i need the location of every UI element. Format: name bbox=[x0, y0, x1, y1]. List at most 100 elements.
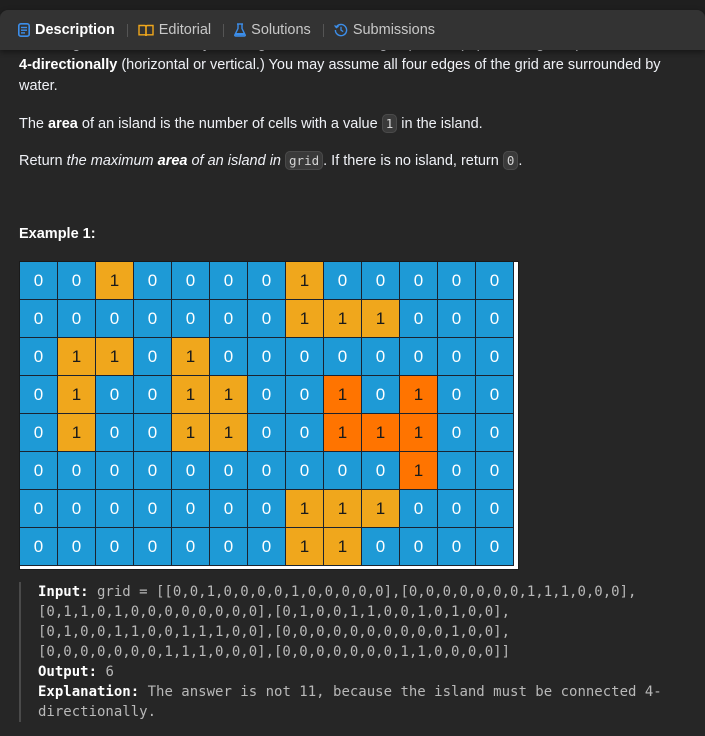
description-icon bbox=[18, 23, 30, 37]
grid-cell: 0 bbox=[58, 300, 96, 338]
paragraph-text: . If there is no island, return bbox=[323, 153, 503, 169]
bold-term: area bbox=[48, 116, 78, 132]
grid-cell: 0 bbox=[172, 452, 210, 490]
input-line: [0,1,1,0,1,0,0,0,0,0,0,0,0],[0,1,0,0,1,1… bbox=[38, 604, 511, 620]
return-paragraph: Return the maximum area of an island in … bbox=[19, 150, 522, 172]
grid-cell: 0 bbox=[362, 262, 400, 300]
example-grid-image: 0010000100000000000011100001101000000000… bbox=[19, 261, 519, 570]
input-line: [0,0,0,0,0,0,0,1,1,1,0,0,0],[0,0,0,0,0,0… bbox=[38, 644, 511, 660]
grid-cell: 0 bbox=[476, 528, 514, 566]
paragraph-text: Return bbox=[19, 153, 67, 169]
tab-solutions-label: Solutions bbox=[251, 22, 311, 38]
grid-cell: 0 bbox=[438, 452, 476, 490]
grid-cell: 0 bbox=[362, 528, 400, 566]
paragraph-text: The bbox=[19, 116, 49, 132]
grid-cell: 0 bbox=[286, 452, 324, 490]
tab-description-label: Description bbox=[35, 22, 115, 38]
grid-cell: 0 bbox=[172, 490, 210, 528]
grid-cell: 0 bbox=[20, 376, 58, 414]
grid-cell: 0 bbox=[96, 414, 134, 452]
grid-cell: 0 bbox=[20, 338, 58, 376]
grid-cell: 1 bbox=[362, 414, 400, 452]
grid-cell: 1 bbox=[324, 376, 362, 414]
explanation-text: The answer is not 11, because the island… bbox=[139, 684, 662, 700]
tab-description[interactable]: Description bbox=[18, 15, 121, 45]
grid-cell: 0 bbox=[96, 300, 134, 338]
grid-cell: 0 bbox=[134, 376, 172, 414]
grid-cell: 0 bbox=[210, 528, 248, 566]
grid-cell: 0 bbox=[362, 376, 400, 414]
grid-cell: 0 bbox=[134, 452, 172, 490]
grid-cell: 0 bbox=[248, 376, 286, 414]
grid-cell: 1 bbox=[286, 528, 324, 566]
description-paragraph: 4-directionally (horizontal or vertical.… bbox=[19, 55, 684, 97]
inline-code: 0 bbox=[502, 151, 519, 170]
tab-submissions[interactable]: Submissions bbox=[333, 15, 441, 45]
grid-cell: 0 bbox=[324, 452, 362, 490]
grid-cell: 0 bbox=[438, 262, 476, 300]
grid-cell: 1 bbox=[324, 414, 362, 452]
grid-cell: 0 bbox=[400, 490, 438, 528]
grid-cell: 0 bbox=[96, 490, 134, 528]
grid-cell: 0 bbox=[438, 376, 476, 414]
grid-cell: 0 bbox=[362, 338, 400, 376]
grid-cell: 1 bbox=[286, 490, 324, 528]
grid-cell: 1 bbox=[400, 414, 438, 452]
grid-cell: 0 bbox=[96, 452, 134, 490]
grid-cell: 0 bbox=[210, 300, 248, 338]
grid-cell: 0 bbox=[134, 262, 172, 300]
grid-cell: 0 bbox=[20, 414, 58, 452]
grid-cell: 0 bbox=[324, 262, 362, 300]
bold-term: 4-directionally bbox=[19, 57, 118, 73]
grid-cell: 0 bbox=[134, 414, 172, 452]
grid-cell: 0 bbox=[438, 414, 476, 452]
grid-cell: 0 bbox=[438, 300, 476, 338]
grid-cell: 0 bbox=[438, 338, 476, 376]
grid-cell: 0 bbox=[20, 490, 58, 528]
italic-text: the maximum bbox=[66, 153, 158, 169]
explanation-line: directionally. bbox=[38, 704, 157, 720]
output-value: 6 bbox=[97, 664, 114, 680]
grid-cell: 0 bbox=[476, 490, 514, 528]
paragraph-text: in the island. bbox=[397, 116, 483, 132]
grid-cell: 1 bbox=[58, 414, 96, 452]
grid-cell: 0 bbox=[210, 262, 248, 300]
tab-bar: Description Editorial Solutions Submissi… bbox=[0, 10, 705, 50]
grid-cell: 1 bbox=[172, 414, 210, 452]
grid-cell: 0 bbox=[210, 338, 248, 376]
grid-cell: 1 bbox=[286, 262, 324, 300]
grid-cell: 0 bbox=[134, 300, 172, 338]
tab-solutions[interactable]: Solutions bbox=[234, 15, 317, 45]
grid-cell: 1 bbox=[362, 490, 400, 528]
tab-editorial[interactable]: Editorial bbox=[138, 15, 217, 45]
input-value: grid = [[0,0,1,0,0,0,0,1,0,0,0,0,0],[0,0… bbox=[88, 584, 637, 600]
grid-cell: 1 bbox=[58, 376, 96, 414]
grid-cell: 0 bbox=[362, 452, 400, 490]
grid-cell: 0 bbox=[248, 452, 286, 490]
input-line: [0,1,0,0,1,1,0,0,1,1,1,0,0],[0,0,0,0,0,0… bbox=[38, 624, 511, 640]
grid-cell: 0 bbox=[476, 262, 514, 300]
output-line: Output: 6 bbox=[38, 662, 689, 682]
grid-cell: 0 bbox=[96, 528, 134, 566]
grid-cell: 0 bbox=[476, 300, 514, 338]
grid-cell: 0 bbox=[248, 528, 286, 566]
grid-cell: 1 bbox=[286, 300, 324, 338]
grid-cell: 1 bbox=[210, 376, 248, 414]
grid-cell: 0 bbox=[476, 414, 514, 452]
example-io-block: Input: grid = [[0,0,1,0,0,0,0,1,0,0,0,0,… bbox=[19, 582, 689, 722]
grid-cell: 0 bbox=[58, 528, 96, 566]
explanation-line: Explanation: The answer is not 11, becau… bbox=[38, 682, 689, 702]
grid-cell: 0 bbox=[96, 376, 134, 414]
paragraph-text: of an island is the number of cells with… bbox=[77, 116, 382, 132]
inline-code: 1 bbox=[381, 114, 398, 133]
grid-cell: 0 bbox=[286, 414, 324, 452]
grid-cell: 0 bbox=[58, 262, 96, 300]
grid-cell: 0 bbox=[476, 376, 514, 414]
grid-cell: 0 bbox=[134, 338, 172, 376]
grid-cell: 0 bbox=[400, 300, 438, 338]
output-label: Output: bbox=[38, 664, 98, 680]
grid-cell: 1 bbox=[324, 528, 362, 566]
grid-cell: 0 bbox=[172, 262, 210, 300]
grid-cell: 1 bbox=[324, 490, 362, 528]
explanation-label: Explanation: bbox=[38, 684, 140, 700]
